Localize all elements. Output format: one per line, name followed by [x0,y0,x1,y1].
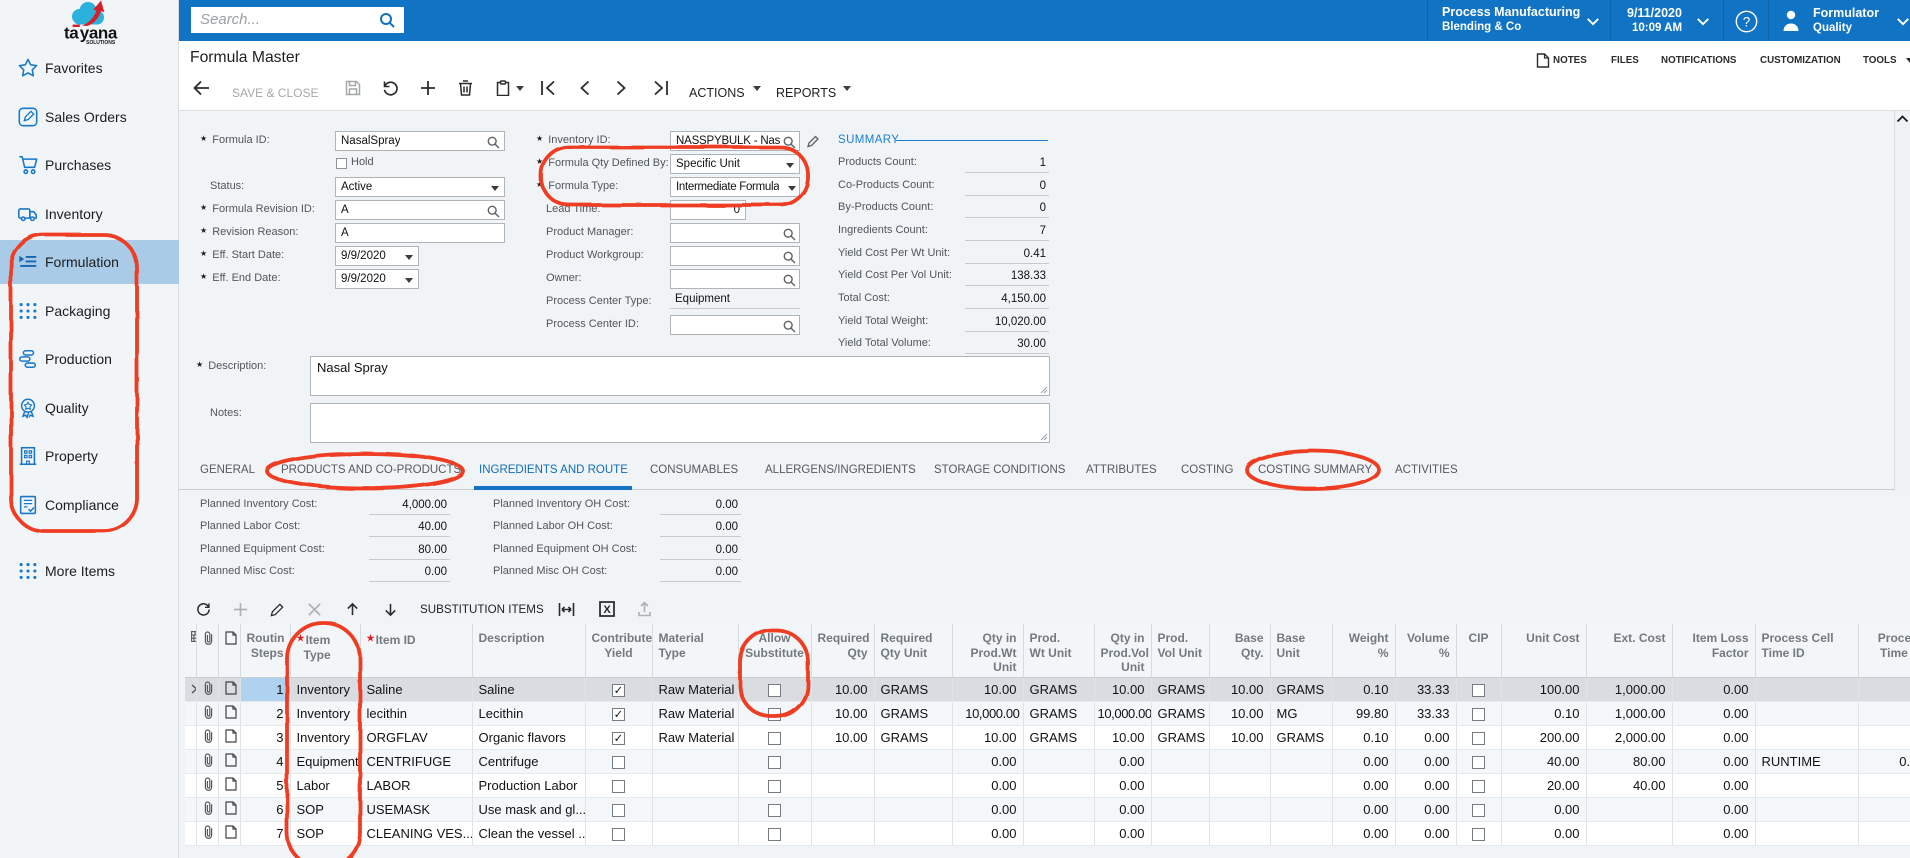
svg-text:?: ? [1743,15,1751,30]
svg-text:X: X [603,604,611,616]
svg-text:SOLUTIONS: SOLUTIONS [86,40,116,46]
